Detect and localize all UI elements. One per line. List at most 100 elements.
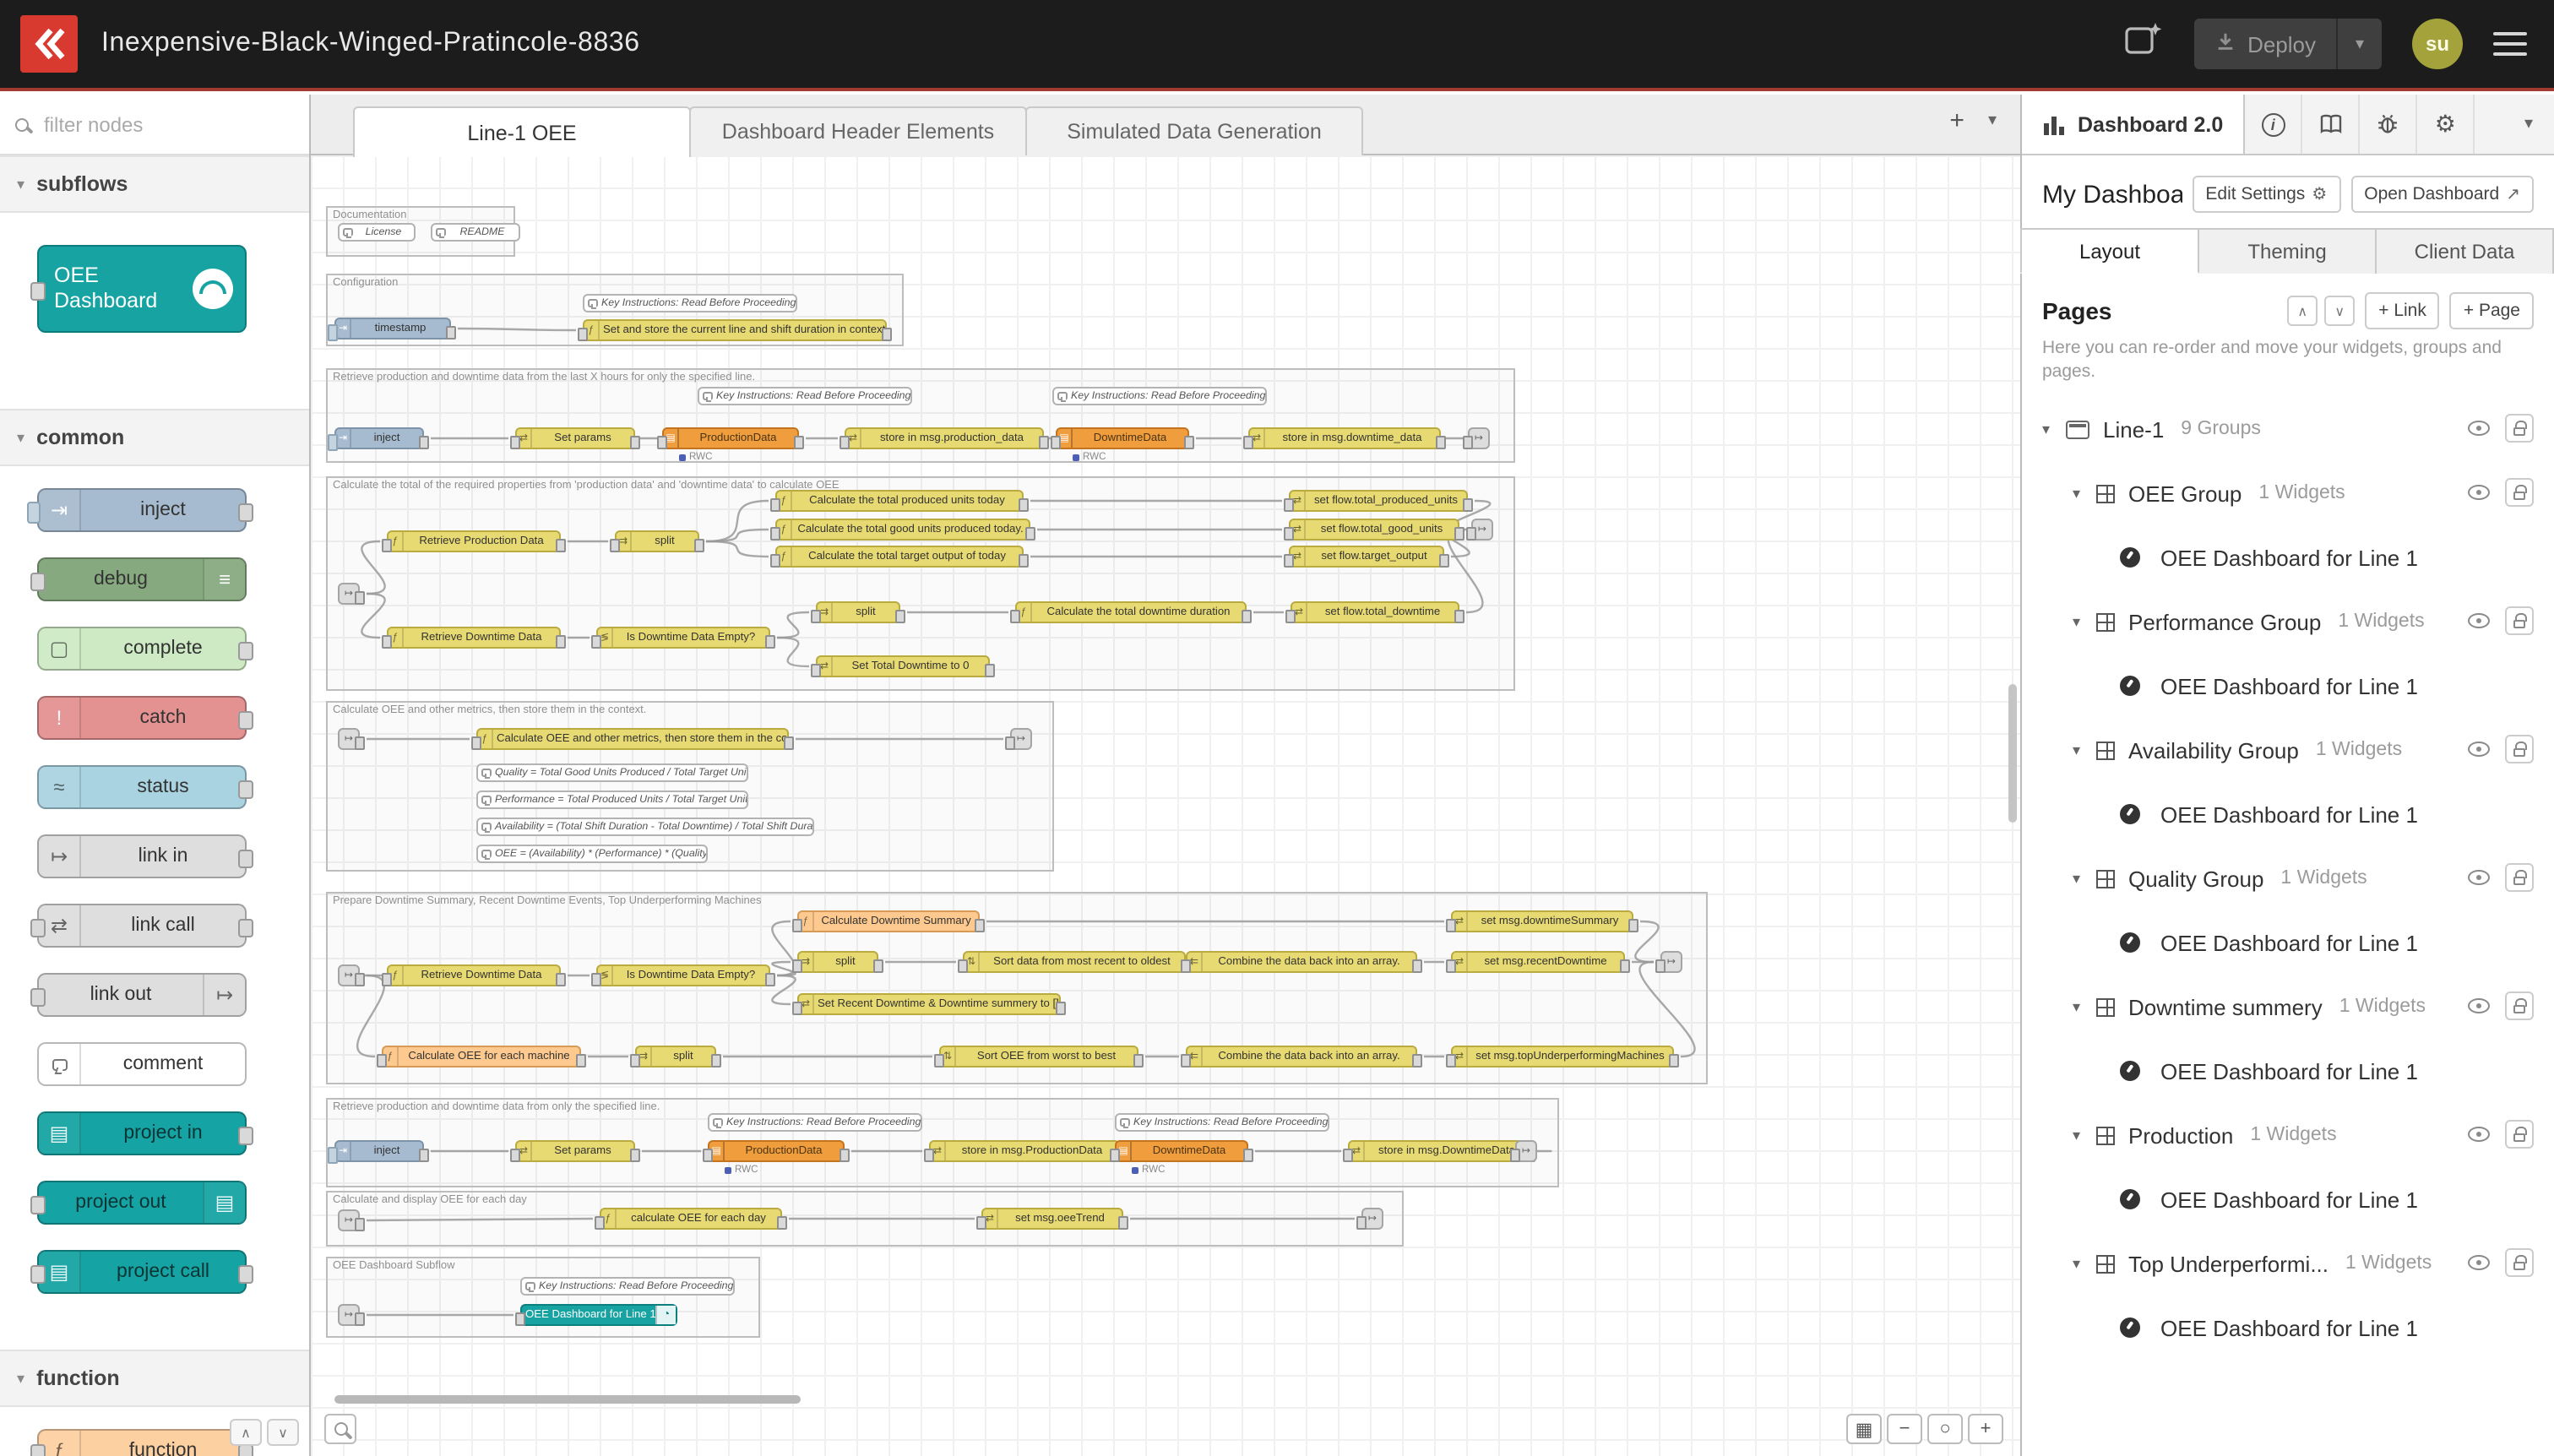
eye-icon[interactable] [2468, 999, 2490, 1014]
deploy-options-chevron-icon[interactable]: ▾ [2338, 35, 2382, 53]
flow-node-lo6[interactable]: ↦ [1660, 951, 1682, 973]
user-avatar[interactable]: su [2412, 19, 2463, 69]
flow-tab-Line-1-OEE[interactable]: Line-1 OEE [353, 106, 691, 157]
eye-icon[interactable] [2468, 1256, 2490, 1271]
tab-info[interactable]: i [2245, 95, 2302, 154]
flow-node-store-in-msg.production_data[interactable]: ⇄store in msg.production_data [845, 427, 1044, 449]
flow-node-Calculate-the-total-target-output-of-tod[interactable]: ƒCalculate the total target output of to… [775, 546, 1024, 568]
palette-node-link-call[interactable]: ⇄link call [37, 904, 247, 948]
flow-node-Set-params[interactable]: ⇄Set params [515, 427, 635, 449]
flow-node-License[interactable]: License [338, 223, 416, 242]
flow-node-Calculate-the-total-downtime-duration[interactable]: ƒCalculate the total downtime duration [1015, 601, 1247, 623]
lock-button[interactable] [2505, 992, 2534, 1021]
tree-row-widget[interactable]: OEE Dashboard for Line 1 [2022, 1168, 2554, 1232]
flow-node-split[interactable]: ⇉split [635, 1046, 716, 1068]
lock-button[interactable] [2505, 736, 2534, 764]
chevron-down-icon[interactable]: ▾ [2073, 1127, 2096, 1145]
flow-node-OEE-=-(Availability)-*-(Performance)-*-([interactable]: OEE = (Availability) * (Performance) * (… [476, 845, 708, 863]
flow-node-store-in-msg.downtime_data[interactable]: ⇄store in msg.downtime_data [1248, 427, 1441, 449]
palette-node-debug[interactable]: ≡debug [37, 557, 247, 601]
palette-node-project-call[interactable]: ▤project call [37, 1250, 247, 1294]
tree-row-group[interactable]: ▾Downtime summery1 Widgets [2022, 975, 2554, 1040]
edit-settings-button[interactable]: Edit Settings⚙ [2192, 176, 2340, 213]
flow-node-Combine-the-data-back-into-an-array.[interactable]: ⇇Combine the data back into an array. [1186, 951, 1417, 973]
flow-canvas[interactable]: DocumentationConfigurationRetrieve produ… [311, 155, 2020, 1456]
eye-icon[interactable] [2468, 1127, 2490, 1143]
tree-row-group[interactable]: ▾Production1 Widgets [2022, 1104, 2554, 1168]
flow-tab-Simulated-Data-Generation[interactable]: Simulated Data Generation [1025, 106, 1363, 155]
flow-node-Calculate-OEE-for-each-machine[interactable]: ƒCalculate OEE for each machine [382, 1046, 581, 1068]
lock-button[interactable] [2505, 607, 2534, 636]
flow-node-li9[interactable]: ↦ [338, 1304, 360, 1326]
tree-row-group[interactable]: ▾Top Underperformi...1 Widgets [2022, 1232, 2554, 1296]
palette-node-inject[interactable]: ⇥inject [37, 488, 247, 532]
tree-row-widget[interactable]: OEE Dashboard for Line 1 [2022, 526, 2554, 590]
flow-node-Key-Instructions:-Read-Before-Proceeding[interactable]: Key Instructions: Read Before Proceeding [1052, 387, 1267, 405]
main-menu-icon[interactable] [2493, 32, 2527, 56]
flow-node-Calculate-Downtime-Summary[interactable]: ƒCalculate Downtime Summary [797, 910, 980, 932]
flow-node-Quality-=-Total-Good-Units-Produced-/-To[interactable]: Quality = Total Good Units Produced / To… [476, 763, 748, 782]
flow-list-chevron-icon[interactable]: ▾ [1988, 112, 1997, 129]
collapse-all-icon[interactable]: ∧ [2287, 296, 2318, 326]
flow-node-split[interactable]: ⇉split [797, 951, 878, 973]
palette-collapse-all-icon[interactable]: ∧ [230, 1419, 262, 1446]
flow-node-Retrieve-Downtime-Data[interactable]: ƒRetrieve Downtime Data [387, 964, 561, 986]
flow-node-Key-Instructions:-Read-Before-Proceeding[interactable]: Key Instructions: Read Before Proceeding [708, 1113, 922, 1132]
chevron-down-icon[interactable]: ▾ [2073, 613, 2096, 632]
tab-help[interactable] [2302, 95, 2360, 154]
tree-row-group[interactable]: ▾Performance Group1 Widgets [2022, 590, 2554, 655]
tree-row-widget[interactable]: OEE Dashboard for Line 1 [2022, 655, 2554, 719]
palette-search-input[interactable] [41, 111, 243, 138]
flow-node-lo7[interactable]: ↦ [1515, 1140, 1537, 1162]
flow-node-store-in-msg.ProductionData[interactable]: ⇄store in msg.ProductionData [929, 1140, 1120, 1162]
assistant-icon[interactable] [2122, 19, 2163, 68]
flow-node-set-msg.topUnderperformingMachines[interactable]: ⇄set msg.topUnderperformingMachines [1451, 1046, 1674, 1068]
flow-node-Is-Downtime-Data-Empty?[interactable]: ≶Is Downtime Data Empty? [596, 627, 770, 649]
flow-node-Set-params[interactable]: ⇄Set params [515, 1140, 635, 1162]
palette-expand-all-icon[interactable]: ∨ [267, 1419, 299, 1446]
add-link-button[interactable]: + Link [2365, 292, 2440, 329]
flow-node-lo5[interactable]: ↦ [1010, 728, 1032, 750]
lock-button[interactable] [2505, 1121, 2534, 1149]
chevron-down-icon[interactable]: ▾ [2073, 485, 2096, 503]
tab-debug[interactable] [2360, 95, 2417, 154]
lock-button[interactable] [2505, 415, 2534, 443]
flow-node-Performance-=-Total-Produced-Units-/-Tot[interactable]: Performance = Total Produced Units / Tot… [476, 790, 748, 809]
palette-node-link-out[interactable]: ↦link out [37, 973, 247, 1017]
eye-icon[interactable] [2468, 614, 2490, 629]
palette-node-complete[interactable]: ▢complete [37, 627, 247, 671]
flow-node-Calculate-the-total-produced-units-today[interactable]: ƒCalculate the total produced units toda… [775, 490, 1024, 512]
palette-node-status[interactable]: ≈status [37, 765, 247, 809]
chevron-down-icon[interactable]: ▾ [2042, 421, 2066, 439]
palette-node-project-in[interactable]: ▤project in [37, 1111, 247, 1155]
flow-node-set-flow.total_downtime[interactable]: ⇄set flow.total_downtime [1291, 601, 1459, 623]
flow-node-Sort-data-from-most-recent-to-oldest[interactable]: ⇅Sort data from most recent to oldest [963, 951, 1186, 973]
flow-node-Calculate-OEE-and-other-metrics,-then-st[interactable]: ƒCalculate OEE and other metrics, then s… [476, 728, 789, 750]
flow-node-set-msg.downtimeSummary[interactable]: ⇄set msg.downtimeSummary [1451, 910, 1633, 932]
flow-node-README[interactable]: README [431, 223, 520, 242]
flow-node-li6[interactable]: ↦ [338, 964, 360, 986]
chevron-down-icon[interactable]: ▾ [2073, 998, 2096, 1017]
flow-node-lo3[interactable]: ↦ [1468, 427, 1490, 449]
flow-node-set-msg.oeeTrend[interactable]: ⇄set msg.oeeTrend [981, 1208, 1123, 1230]
flow-node-li8[interactable]: ↦ [338, 1209, 360, 1231]
open-dashboard-button[interactable]: Open Dashboard↗ [2350, 176, 2534, 213]
flow-node-Is-Downtime-Data-Empty?[interactable]: ≶Is Downtime Data Empty? [596, 964, 770, 986]
sidebar-tab-client-data[interactable]: Client Data [2375, 228, 2554, 274]
sidebar-options-chevron-icon[interactable]: ▾ [2503, 95, 2554, 154]
tree-row-widget[interactable]: OEE Dashboard for Line 1 [2022, 911, 2554, 975]
tree-row-page[interactable]: ▾Line-19 Groups [2022, 398, 2554, 462]
chevron-down-icon[interactable]: ▾ [2073, 870, 2096, 888]
flow-node-Key-Instructions:-Read-Before-Proceeding[interactable]: Key Instructions: Read Before Proceeding [583, 294, 797, 312]
flow-node-Sort-OEE-from-worst-to-best[interactable]: ⇅Sort OEE from worst to best [939, 1046, 1138, 1068]
flow-node-lo4[interactable]: ↦ [1471, 519, 1493, 541]
eye-icon[interactable] [2468, 486, 2490, 501]
palette-category-common[interactable]: ▾common [0, 409, 309, 466]
palette-category-subflows[interactable]: ▾subflows [0, 155, 309, 213]
palette-node-project-out[interactable]: ▤project out [37, 1181, 247, 1225]
flow-node-li4[interactable]: ↦ [338, 583, 360, 605]
minimap-toggle-button[interactable]: ▦ [1846, 1414, 1882, 1444]
tree-row-widget[interactable]: OEE Dashboard for Line 1 [2022, 1296, 2554, 1361]
tree-row-group[interactable]: ▾Availability Group1 Widgets [2022, 719, 2554, 783]
flow-node-set-flow.target_output[interactable]: ⇄set flow.target_output [1289, 546, 1444, 568]
